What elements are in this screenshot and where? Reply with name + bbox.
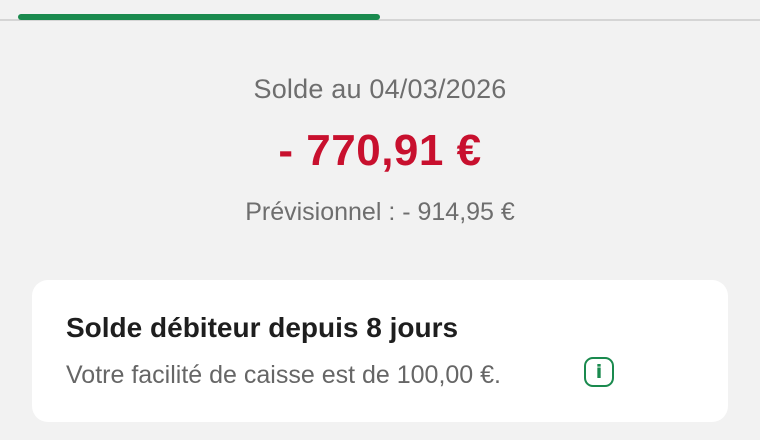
active-tab-indicator[interactable] <box>18 14 380 20</box>
forecast-balance: Prévisionnel : - 914,95 € <box>245 198 515 226</box>
alert-title: Solde débiteur depuis 8 jours <box>66 312 459 343</box>
balance-amount: - 770,91 € <box>278 126 482 175</box>
balance-date-label: Solde au 04/03/2026 <box>253 74 507 104</box>
alert-text: Votre facilité de caisse est de 100,00 €… <box>66 361 501 389</box>
info-icon[interactable]: i <box>584 357 614 387</box>
overdraft-alert-card: Solde débiteur depuis 8 jours Votre faci… <box>32 280 728 422</box>
